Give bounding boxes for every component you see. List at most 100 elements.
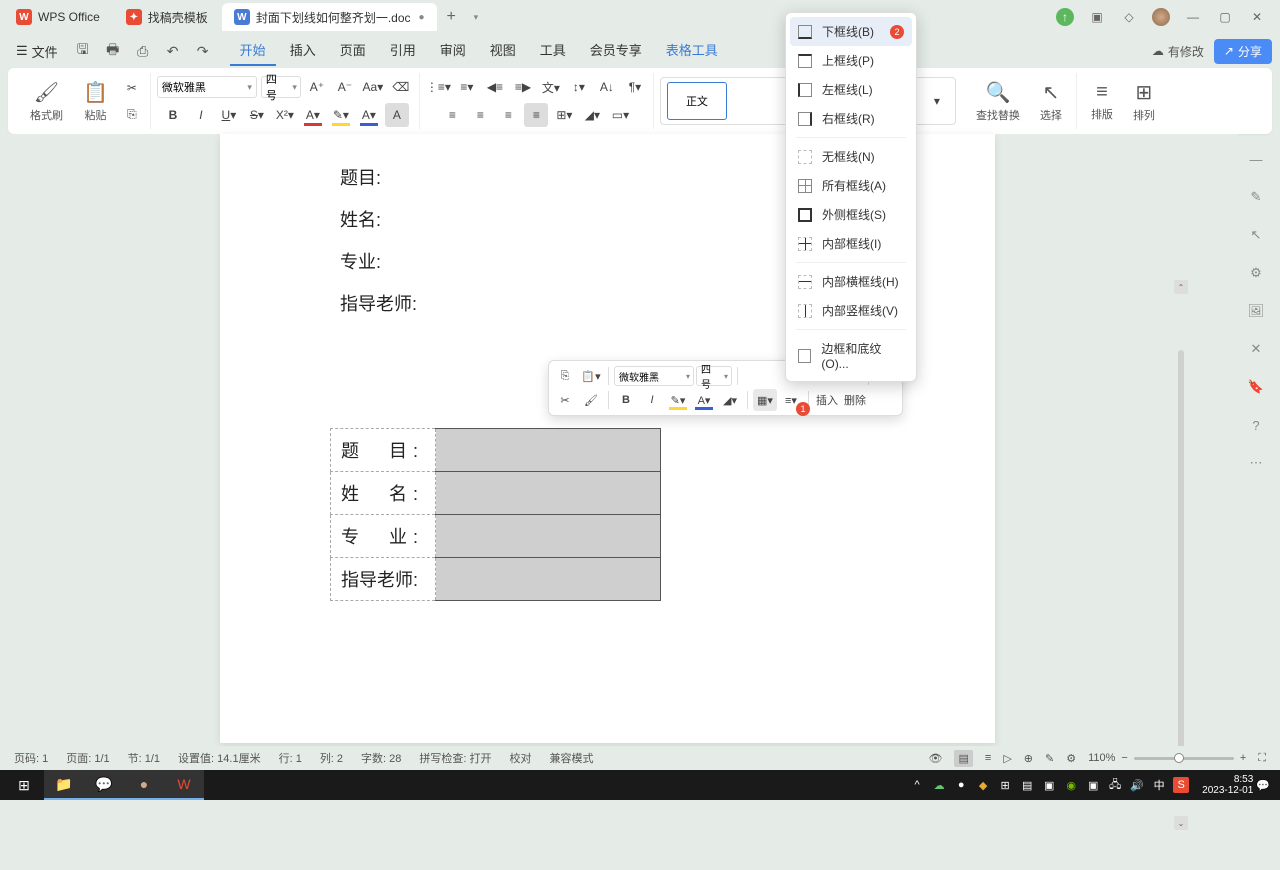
eye-icon[interactable]: 👁 (929, 752, 943, 765)
ft-bold-button[interactable]: B (614, 389, 638, 411)
status-section[interactable]: 节: 1/1 (128, 750, 160, 766)
border-left-item[interactable]: 左框线(L) (786, 75, 916, 104)
status-row[interactable]: 行: 1 (279, 750, 302, 766)
status-page-num[interactable]: 页码: 1 (14, 750, 48, 766)
paste-button[interactable]: 📋 粘贴 (75, 76, 116, 127)
border-inside-item[interactable]: 内部框线(I) (786, 229, 916, 258)
tab-template[interactable]: ✦ 找稿壳模板 (114, 3, 220, 31)
border-button[interactable]: ▭▾ (608, 103, 632, 127)
tab-add-dropdown[interactable]: ▾ (464, 5, 488, 29)
copy-button[interactable]: ⎘ (120, 102, 144, 126)
side-more-icon[interactable]: ⋯ (1245, 452, 1267, 474)
table-cell-label[interactable]: 专 业: (331, 515, 436, 558)
zoom-thumb[interactable] (1174, 753, 1184, 763)
table-cell-value[interactable] (436, 558, 661, 601)
notification-icon[interactable]: 💬 (1256, 779, 1270, 792)
cut-button[interactable]: ✂ (120, 76, 144, 100)
align-right-button[interactable]: ≡ (496, 103, 520, 127)
file-menu[interactable]: ☰ 文件 (8, 38, 66, 64)
border-right-item[interactable]: 右框线(R) (786, 104, 916, 133)
ft-insert-button[interactable]: 插入 (814, 389, 840, 411)
print-icon[interactable]: 🖶 (102, 40, 124, 62)
view-outline-icon[interactable]: ≡ (985, 752, 991, 764)
scroll-down-icon[interactable]: ⌄ (1174, 816, 1188, 830)
tab-wps-home[interactable]: W WPS Office (4, 3, 112, 31)
bullet-list-button[interactable]: ⋮≡▾ (426, 75, 451, 99)
decrease-font-button[interactable]: A⁻ (333, 75, 357, 99)
side-edit-icon[interactable]: ✎ (1245, 186, 1267, 208)
table-cell-value[interactable] (436, 472, 661, 515)
tab-reference[interactable]: 引用 (380, 36, 426, 66)
text-direction-button[interactable]: 文▾ (539, 75, 563, 99)
tray-ime-icon[interactable]: 中 (1151, 777, 1167, 793)
taskbar-clock[interactable]: 8:53 2023-12-01 (1202, 774, 1253, 796)
view-page-icon[interactable]: ▤ (954, 750, 972, 767)
border-dialog-item[interactable]: 边框和底纹(O)... (786, 334, 916, 377)
distribute-button[interactable]: ⊞▾ (552, 103, 576, 127)
tab-start[interactable]: 开始 (230, 36, 276, 66)
highlight-button[interactable]: ✎▾ (329, 103, 353, 127)
increase-indent-button[interactable]: ≡▶ (511, 75, 535, 99)
table-cell-value[interactable] (436, 429, 661, 472)
show-marks-button[interactable]: ¶▾ (623, 75, 647, 99)
maximize-button[interactable]: ▢ (1216, 8, 1234, 26)
tab-review[interactable]: 审阅 (430, 36, 476, 66)
status-position[interactable]: 设置值: 14.1厘米 (178, 750, 261, 766)
tray-network-icon[interactable]: 🖧 (1107, 777, 1123, 793)
select-button[interactable]: ↖ 选择 (1032, 76, 1070, 127)
share-button[interactable]: ↗ 分享 (1214, 39, 1272, 64)
ft-border-button[interactable]: ▦▾ (753, 389, 777, 411)
status-words[interactable]: 字数: 28 (361, 750, 401, 766)
revision-button[interactable]: ☁ 有修改 (1152, 43, 1204, 60)
status-page[interactable]: 页面: 1/1 (66, 750, 109, 766)
avatar[interactable] (1152, 8, 1170, 26)
shading-button[interactable]: ◢▾ (580, 103, 604, 127)
ft-font-color-button[interactable]: A▾ (692, 389, 716, 411)
border-inside-v-item[interactable]: 内部竖框线(V) (786, 296, 916, 325)
tab-document[interactable]: W 封面下划线如何整齐划一.doc ● (222, 3, 437, 31)
font-size-select[interactable]: 四号 (261, 76, 301, 98)
save-icon[interactable]: 🖫 (72, 40, 94, 62)
char-shading-button[interactable]: A (385, 103, 409, 127)
zoom-out-button[interactable]: − (1121, 752, 1127, 764)
close-button[interactable]: ✕ (1248, 8, 1266, 26)
zoom-in-button[interactable]: + (1240, 752, 1246, 764)
undo-icon[interactable]: ↶ (162, 40, 184, 62)
ft-delete-button[interactable]: 删除 (842, 389, 868, 411)
tab-tools[interactable]: 工具 (530, 36, 576, 66)
ft-copy-button[interactable]: ⎘ (553, 365, 577, 387)
underline-button[interactable]: U▾ (217, 103, 241, 127)
table-cell-label[interactable]: 指导老师: (331, 558, 436, 601)
side-settings-icon[interactable]: ⚙ (1245, 262, 1267, 284)
tray-icon5[interactable]: ▣ (1041, 777, 1057, 793)
taskbar-wechat[interactable]: 💬 (84, 770, 124, 800)
tray-icon3[interactable]: ⊞ (997, 777, 1013, 793)
settings-icon[interactable]: ⚙ (1066, 752, 1076, 765)
side-collapse-icon[interactable]: — (1245, 148, 1267, 170)
ft-cut-button[interactable]: ✂ (553, 389, 577, 411)
line-spacing-button[interactable]: ↕▾ (567, 75, 591, 99)
status-col[interactable]: 列: 2 (320, 750, 343, 766)
side-help-icon[interactable]: ? (1245, 414, 1267, 436)
format-painter-button[interactable]: 🖌 格式刷 (22, 76, 71, 127)
redo-icon[interactable]: ↷ (192, 40, 214, 62)
side-bookmark-icon[interactable]: 🔖 (1245, 376, 1267, 398)
italic-button[interactable]: I (189, 103, 213, 127)
tray-icon1[interactable]: ● (953, 777, 969, 793)
ft-font-select[interactable]: 微软雅黑 (614, 366, 694, 386)
tab-insert[interactable]: 插入 (280, 36, 326, 66)
border-inside-h-item[interactable]: 内部横框线(H) (786, 267, 916, 296)
strikethrough-button[interactable]: S▾ (245, 103, 269, 127)
border-all-item[interactable]: 所有框线(A) (786, 171, 916, 200)
ft-shading-button[interactable]: ◢▾ (718, 389, 742, 411)
clear-format-button[interactable]: ⌫ (389, 75, 413, 99)
border-none-item[interactable]: 无框线(N) (786, 142, 916, 171)
status-compat[interactable]: 兼容模式 (550, 750, 594, 766)
zoom-slider[interactable] (1134, 757, 1234, 760)
font-select[interactable]: 微软雅黑 (157, 76, 257, 98)
align-left-button[interactable]: ≡ (440, 103, 464, 127)
bold-button[interactable]: B (161, 103, 185, 127)
print-preview-icon[interactable]: ⎙ (132, 40, 154, 62)
tray-icon6[interactable]: ▣ (1085, 777, 1101, 793)
border-outside-item[interactable]: 外侧框线(S) (786, 200, 916, 229)
